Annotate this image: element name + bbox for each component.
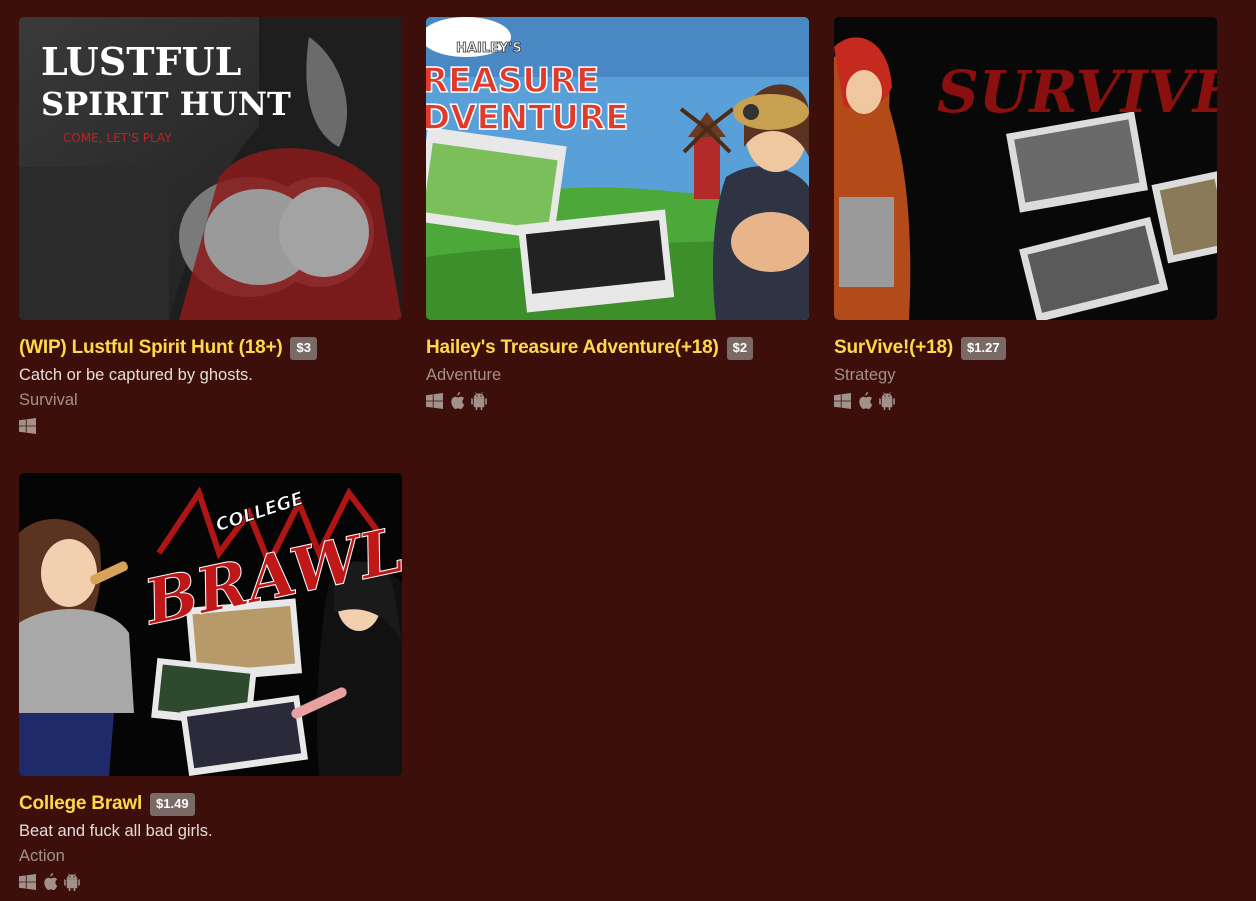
game-genre: Survival [19,391,78,409]
price-badge: $1.49 [150,792,195,816]
game-cell: LUSTFUL SPIRIT HUNT COME, LET'S PLAY (WI… [19,17,402,435]
cover-art: HAILEY'S REASURE DVENTURE [426,17,809,320]
game-genre: Strategy [834,366,896,384]
game-title-link[interactable]: SurVive!(+18) [834,337,953,359]
windows-icon [426,393,443,409]
game-title-link[interactable]: (WIP) Lustful Spirit Hunt (18+) [19,337,283,359]
windows-icon [834,393,851,409]
game-cell: SURVIVE SurVive!(+18) $1.27 Strategy [834,17,1217,410]
price-badge: $2 [726,336,754,360]
game-thumbnail[interactable]: LUSTFUL SPIRIT HUNT COME, LET'S PLAY [19,17,402,320]
game-thumbnail[interactable]: HAILEY'S REASURE DVENTURE [426,17,809,320]
price-badge: $3 [290,336,317,360]
cover-title-line2: DVENTURE [426,98,628,138]
game-grid: LUSTFUL SPIRIT HUNT COME, LET'S PLAY (WI… [0,0,1256,901]
game-thumbnail[interactable]: COLLEGE BRAWL [19,473,402,776]
windows-icon [19,874,36,890]
game-genre: Action [19,847,65,865]
platform-icons [19,873,402,891]
cover-subtitle: HAILEY'S [456,41,522,56]
cover-title-line1: LUSTFUL [41,39,241,84]
android-icon [471,392,487,410]
cover-art: COLLEGE BRAWL [19,473,402,776]
apple-icon [859,392,873,409]
game-cell: COLLEGE BRAWL College Brawl $1.49 Beat a… [19,473,402,891]
platform-icons [834,392,1217,410]
game-description: Beat and fuck all bad girls. [19,822,213,840]
cover-title-line1: REASURE [426,61,599,101]
cover-art: LUSTFUL SPIRIT HUNT COME, LET'S PLAY [19,17,402,320]
platform-icons [19,417,402,435]
game-description: Catch or be captured by ghosts. [19,366,253,384]
android-icon [64,873,80,891]
game-title-link[interactable]: Hailey's Treasure Adventure(+18) [426,337,719,359]
windows-icon [19,418,36,434]
android-icon [879,392,895,410]
cover-title-line2: SPIRIT HUNT [41,85,291,123]
game-cell: HAILEY'S REASURE DVENTURE Hailey's Treas… [426,17,809,410]
game-genre: Adventure [426,366,502,384]
apple-icon [44,873,58,890]
game-title-link[interactable]: College Brawl [19,793,142,815]
platform-icons [426,392,809,410]
game-thumbnail[interactable]: SURVIVE [834,17,1217,320]
cover-title: SURVIVE [937,58,1217,126]
cover-tagline: COME, LET'S PLAY [63,131,172,145]
apple-icon [451,392,465,409]
price-badge: $1.27 [961,336,1006,360]
cover-art: SURVIVE [834,17,1217,320]
